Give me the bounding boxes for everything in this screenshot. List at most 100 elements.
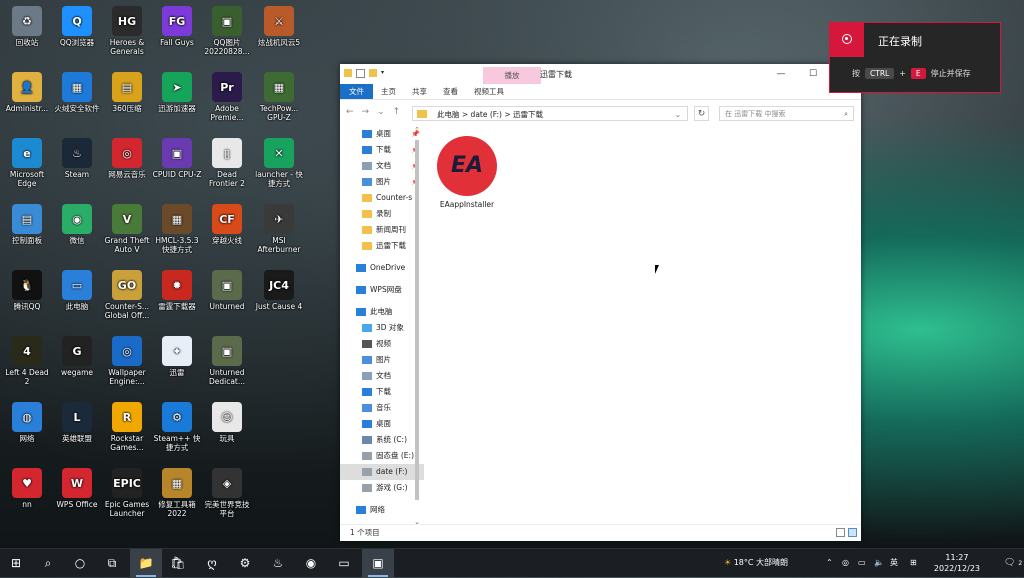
desktop-icon[interactable]: ▦ TechPow... GPU-Z xyxy=(254,72,304,122)
desktop-icon[interactable]: R Rockstar Games... xyxy=(102,402,152,452)
chevron-down-icon[interactable]: ▾ xyxy=(381,69,389,77)
up-icon[interactable]: ↑ xyxy=(393,107,401,117)
desktop-icon[interactable]: ◎ Wallpaper Engine:... xyxy=(102,336,152,386)
details-view-icon[interactable] xyxy=(836,528,845,537)
desktop-icon[interactable]: ▯ Dead Frontier 2 xyxy=(202,138,252,188)
weather-widget[interactable]: ☀ 18°C 大部晴朗 xyxy=(724,549,788,577)
desktop-icon[interactable]: ✦ 迅雷 xyxy=(152,336,202,377)
nav-scrollbar[interactable]: ⌃ ⌄ xyxy=(412,126,422,526)
recorder-taskbar-button[interactable]: ▣ xyxy=(362,549,394,577)
desktop-icon[interactable]: Pr Adobe Premie... xyxy=(202,72,252,122)
desktop-icon[interactable]: ▣ Unturned xyxy=(202,270,252,311)
desktop-icon[interactable]: ♨ Steam xyxy=(52,138,102,179)
app-taskbar-button[interactable]: ღ xyxy=(196,549,228,577)
desktop-icon[interactable]: ♥ nn xyxy=(2,468,52,509)
tab-share[interactable]: 共享 xyxy=(404,84,435,99)
start-button[interactable]: ⊞ xyxy=(0,549,32,577)
desktop-icon[interactable]: GO Counter-S... Global Off... xyxy=(102,270,152,320)
desktop-icon[interactable]: ◈ 完美世界竞技平台 xyxy=(202,468,252,518)
search-icon[interactable]: ⌕ xyxy=(844,107,848,121)
properties-icon[interactable] xyxy=(356,69,365,78)
address-bar[interactable]: 此电脑 > date (F:) > 迅雷下载 ⌄ xyxy=(412,106,688,121)
desktop-icon[interactable]: ◎ 网易云音乐 xyxy=(102,138,152,179)
show-hidden-icons[interactable]: ⌃ xyxy=(826,549,833,577)
new-folder-icon[interactable] xyxy=(369,69,377,77)
notification-button[interactable]: 🗨 2 xyxy=(1004,549,1022,577)
desktop-icon[interactable]: ▦ HMCL-3.5.3 快捷方式 xyxy=(152,204,202,254)
desktop-icon[interactable]: 4 Left 4 Dead 2 xyxy=(2,336,52,386)
desktop-icon[interactable]: ✹ 雷霆下载器 xyxy=(152,270,202,311)
network-icon[interactable]: ▭ xyxy=(858,549,866,577)
desktop-icon[interactable]: e Microsoft Edge xyxy=(2,138,52,188)
desktop-icon[interactable]: CF 穿越火线 xyxy=(202,204,252,245)
minimize-button[interactable]: — xyxy=(765,64,797,84)
maximize-button[interactable]: ☐ xyxy=(797,64,829,84)
cortana-button[interactable]: ○ xyxy=(64,549,96,577)
desktop-icon[interactable]: ▣ CPUID CPU-Z xyxy=(152,138,202,179)
tab-file[interactable]: 文件 xyxy=(340,84,373,99)
desktop-icon[interactable]: ▦ 修复工具箱2022 xyxy=(152,468,202,518)
desktop-icon[interactable]: ▦ 火绒安全软件 xyxy=(52,72,102,113)
search-placeholder: 在 迅雷下载 中搜索 xyxy=(725,110,786,118)
desktop-icon-label: Grand Theft Auto V xyxy=(104,236,150,254)
desktop-icon[interactable]: ◉ 微信 xyxy=(52,204,102,245)
ime-indicator[interactable]: 英 xyxy=(890,549,898,577)
desktop-icon[interactable]: EPIC Epic Games Launcher xyxy=(102,468,152,518)
game-icon[interactable]: ◎ xyxy=(842,549,849,577)
desktop-icon[interactable]: Q QQ浏览器 xyxy=(52,6,102,47)
desktop-icon[interactable]: ◍ 网络 xyxy=(2,402,52,443)
app-icon: CF xyxy=(212,204,242,234)
tab-view[interactable]: 查看 xyxy=(435,84,466,99)
refresh-button[interactable]: ↻ xyxy=(694,106,709,121)
desktop-icon[interactable]: ▣ QQ图片20220828... xyxy=(202,6,252,56)
volume-icon[interactable]: 🔈 xyxy=(874,549,884,577)
desktop-icon[interactable]: HG Heroes & Generals xyxy=(102,6,152,56)
desktop-icon[interactable]: ♻ 回收站 xyxy=(2,6,52,47)
desktop-icon[interactable]: L 英雄联盟 xyxy=(52,402,102,443)
record-button[interactable] xyxy=(830,23,864,57)
desktop-icon[interactable]: ▭ 此电脑 xyxy=(52,270,102,311)
desktop-icon[interactable]: ✈ MSI Afterburner xyxy=(254,204,304,254)
desktop-icon-label: HMCL-3.5.3 快捷方式 xyxy=(155,236,199,254)
settings-taskbar-button[interactable]: ⚙ xyxy=(229,549,261,577)
tab-home[interactable]: 主页 xyxy=(373,84,404,99)
desktop-icon[interactable]: V Grand Theft Auto V xyxy=(102,204,152,254)
desktop-icon[interactable]: ✕ launcher - 快捷方式 xyxy=(254,138,304,188)
desktop-icon[interactable]: FG Fall Guys xyxy=(152,6,202,47)
tool-taskbar-button[interactable]: ▭ xyxy=(328,549,360,577)
keyboard-icon[interactable]: ⊞ xyxy=(910,549,917,577)
qqbrowser-taskbar-button[interactable]: ◉ xyxy=(295,549,327,577)
large-icons-view-icon[interactable] xyxy=(848,528,857,537)
scroll-up-icon[interactable]: ⌃ xyxy=(412,126,422,134)
desktop-icon[interactable]: Gwegame xyxy=(52,336,102,377)
desktop-icon[interactable]: ⚙ Steam++ 快捷方式 xyxy=(152,402,202,452)
desktop-icon[interactable]: W WPS Office xyxy=(52,468,102,509)
desktop-icon[interactable]: ☺ 玩具 xyxy=(202,402,252,443)
steam-taskbar-button[interactable]: ♨ xyxy=(262,549,294,577)
scroll-thumb[interactable] xyxy=(415,140,419,500)
title-bar[interactable]: ▾ 播放 迅雷下载 — ☐ ✕ xyxy=(340,64,861,84)
tab-video-tools[interactable]: 视频工具 xyxy=(466,84,512,99)
desktop-icon[interactable]: ▤ 360压缩 xyxy=(102,72,152,113)
desktop-icon[interactable]: 👤 Administr... xyxy=(2,72,52,113)
folder-icon[interactable] xyxy=(344,69,352,77)
task-view-button[interactable]: ⧉ xyxy=(96,549,128,577)
context-tab-play[interactable]: 播放 xyxy=(483,67,541,84)
desktop-icon[interactable]: 🐧 腾讯QQ xyxy=(2,270,52,311)
search-button[interactable]: ⌕ xyxy=(32,549,64,577)
explorer-taskbar-button[interactable]: 📁 xyxy=(130,549,162,577)
forward-icon[interactable]: → xyxy=(362,107,370,117)
desktop-icon[interactable]: ⚔ 炫战机风云5 xyxy=(254,6,304,47)
desktop-icon[interactable]: ➤ 迅游加速器 xyxy=(152,72,202,113)
chevron-down-icon[interactable]: ⌄ xyxy=(675,107,681,122)
back-icon[interactable]: ← xyxy=(346,107,354,117)
store-taskbar-button[interactable]: 🛍 xyxy=(162,549,194,577)
desktop-icon[interactable]: JC4 Just Cause 4 xyxy=(254,270,304,311)
recent-locations-icon[interactable]: ⌄ xyxy=(377,107,385,117)
breadcrumb[interactable]: 此电脑 > date (F:) > 迅雷下载 xyxy=(437,110,543,119)
desktop-icon[interactable]: ▤ 控制面板 xyxy=(2,204,52,245)
file-item[interactable]: EA EAappInstaller xyxy=(432,136,502,209)
search-input[interactable]: 在 迅雷下载 中搜索 ⌕ xyxy=(719,106,854,121)
clock[interactable]: 11:27 2022/12/23 xyxy=(934,552,980,574)
desktop-icon[interactable]: ▣ Unturned Dedicat... xyxy=(202,336,252,386)
